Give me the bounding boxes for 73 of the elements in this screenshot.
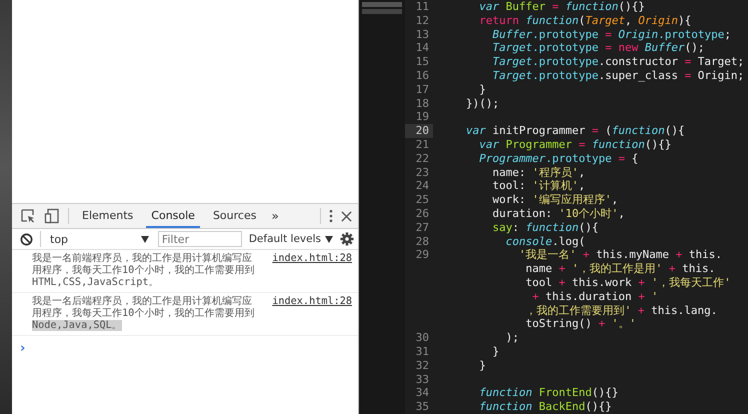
code-line: Target.prototype.constructor = Target; xyxy=(491,55,744,69)
line-number: 12 xyxy=(414,14,430,28)
code-line: Target.prototype = new Buffer(); xyxy=(491,41,704,56)
code-line: '我是一名' + this.myName + this. xyxy=(518,248,722,262)
code-line: var Programmer = function(){} xyxy=(478,138,672,152)
code-line: tool: '计算机', xyxy=(491,179,586,194)
code-line: toString() + '。' xyxy=(524,317,636,332)
filter-field[interactable]: Filter xyxy=(158,231,242,247)
inspect-icon[interactable] xyxy=(20,208,36,224)
line-number: 29 xyxy=(414,248,430,262)
code-line: } xyxy=(491,344,500,359)
context-dropdown[interactable]: top xyxy=(48,232,151,246)
kebab-menu-icon[interactable] xyxy=(329,209,333,223)
line-number: 33 xyxy=(414,372,430,386)
settings-icon[interactable] xyxy=(340,232,354,246)
levels-dropdown[interactable]: Default levels xyxy=(248,233,333,245)
code-line: function FrontEnd(){} xyxy=(478,386,618,400)
line-number: 13 xyxy=(414,28,430,42)
line-number: 27 xyxy=(414,220,430,235)
code-line: say: function(){ xyxy=(491,220,598,235)
code-line: var initProgrammer = (function(){ xyxy=(466,124,685,138)
line-number: 22 xyxy=(414,152,430,166)
line-number: 31 xyxy=(414,344,430,359)
line-number: 23 xyxy=(414,166,430,180)
line-number: 34 xyxy=(414,386,430,400)
line-number: 19 xyxy=(414,110,430,124)
code-line: })(); xyxy=(466,96,500,110)
line-number: 32 xyxy=(414,358,430,373)
devtools-tab[interactable]: Sources xyxy=(208,204,262,228)
source-link[interactable]: index.html:28 xyxy=(272,296,352,332)
code-line: duration: '10个小时', xyxy=(491,206,625,221)
close-icon[interactable] xyxy=(341,210,352,222)
clear-console-icon[interactable] xyxy=(20,232,33,246)
console-message: 我是一名后端程序员，我的工作是用计算机编写应用程序，我每天工作10个小时，我的工作需要用到 Node,Java,SQL。 xyxy=(32,296,256,332)
code-line: ，我的工作需要用到' + this.lang. xyxy=(524,304,718,318)
code-line: console.log( xyxy=(504,234,586,248)
code-line: tool + this.work + '，我每天工作' xyxy=(524,276,731,290)
line-number: 35 xyxy=(414,400,430,414)
line-number: 26 xyxy=(414,206,430,221)
line-number: 14 xyxy=(414,41,430,56)
devtools-tab[interactable]: Elements xyxy=(77,204,138,228)
line-number: 20 xyxy=(405,124,433,138)
line-number: 11 xyxy=(414,0,430,14)
more-tabs-button[interactable]: » xyxy=(269,209,281,223)
code-line: name: '程序员', xyxy=(491,166,586,180)
caret-icon xyxy=(140,236,149,242)
line-number: 17 xyxy=(414,82,430,97)
code-line: } xyxy=(478,82,486,97)
code-line: name + '，我的工作是用' + this. xyxy=(524,262,716,276)
code-line: return function(Target, Origin){ xyxy=(478,14,692,28)
device-icon[interactable] xyxy=(44,208,60,224)
line-number: 21 xyxy=(414,138,430,152)
source-link[interactable]: index.html:28 xyxy=(272,253,352,289)
line-number: 30 xyxy=(414,331,430,345)
code-line: Buffer.prototype = Origin.prototype; xyxy=(491,28,731,42)
code-line: + this.duration + ' xyxy=(531,290,658,304)
caret-icon xyxy=(325,236,333,242)
devtools-tab[interactable]: Console xyxy=(146,204,200,228)
code-line: ); xyxy=(504,331,519,345)
line-number: 18 xyxy=(414,96,430,110)
code-line: var Buffer = function(){} xyxy=(478,0,645,14)
code-line: } xyxy=(478,358,486,373)
line-number: 28 xyxy=(414,234,430,248)
code-line: work: '编写应用程序', xyxy=(491,193,618,207)
code-line: Target.prototype.super_class = Origin; xyxy=(491,68,744,83)
code-line: function BackEnd(){} xyxy=(478,400,612,414)
line-number: 25 xyxy=(414,193,430,207)
line-number: 15 xyxy=(414,55,430,69)
code-line: Programmer.prototype = { xyxy=(478,152,638,166)
console-prompt[interactable]: › xyxy=(20,341,26,356)
line-number: 16 xyxy=(414,68,430,83)
console-message: 我是一名前端程序员，我的工作是用计算机编写应用程序，我每天工作10个小时，我的工作需要用到HTML,CSS,JavaScript。 xyxy=(32,253,256,289)
line-number: 24 xyxy=(414,179,430,194)
